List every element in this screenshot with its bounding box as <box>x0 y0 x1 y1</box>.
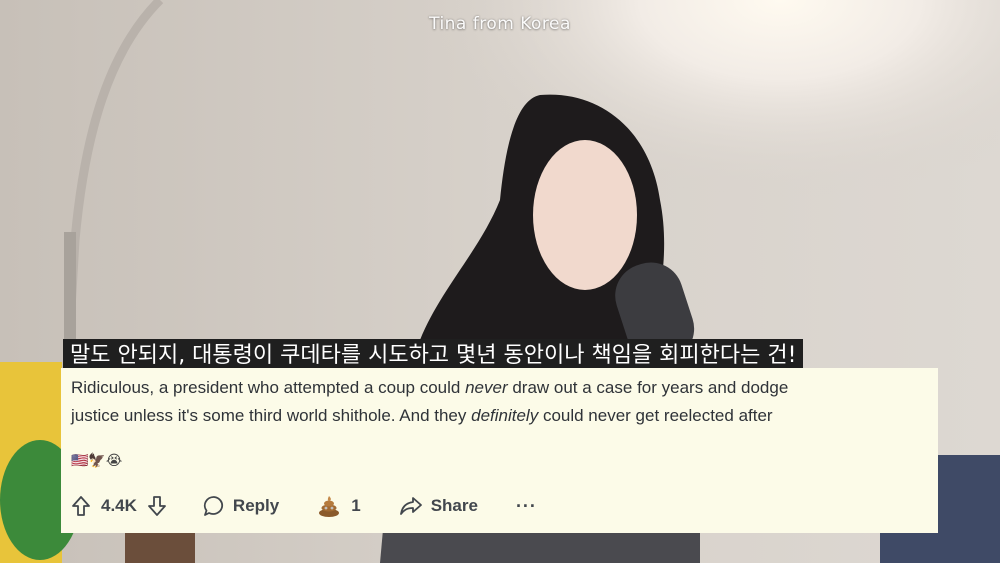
comment-body: Ridiculous, a president who attempted a … <box>71 378 789 425</box>
more-options-button[interactable]: ··· <box>515 496 537 516</box>
share-arrow-icon <box>399 497 422 515</box>
channel-watermark: Tina from Korea <box>429 14 571 34</box>
downvote-button[interactable] <box>147 495 167 517</box>
upvote-arrow-icon <box>72 496 90 516</box>
poop-award-icon <box>319 496 340 517</box>
reddit-comment-card: Ridiculous, a president who attempted a … <box>61 368 938 533</box>
comment-action-bar: 4.4K Reply 1 Share ··· <box>71 492 537 520</box>
speech-bubble-icon <box>203 496 223 516</box>
award-count: 1 <box>351 496 361 515</box>
share-button[interactable]: Share <box>399 495 478 517</box>
reply-label: Reply <box>232 496 280 515</box>
downvote-arrow-icon <box>148 496 166 516</box>
emphasis-never: never <box>465 378 508 397</box>
reply-button[interactable]: Reply <box>203 495 279 517</box>
share-label: Share <box>430 496 478 515</box>
comment-emojis: 🇺🇸🦅😭 <box>71 453 123 469</box>
award-button[interactable]: 1 <box>317 494 361 518</box>
emphasis-definitely: definitely <box>471 406 539 425</box>
upvote-button[interactable] <box>71 495 91 517</box>
more-dots-icon: ··· <box>515 496 537 516</box>
vote-count: 4.4K <box>101 496 137 515</box>
